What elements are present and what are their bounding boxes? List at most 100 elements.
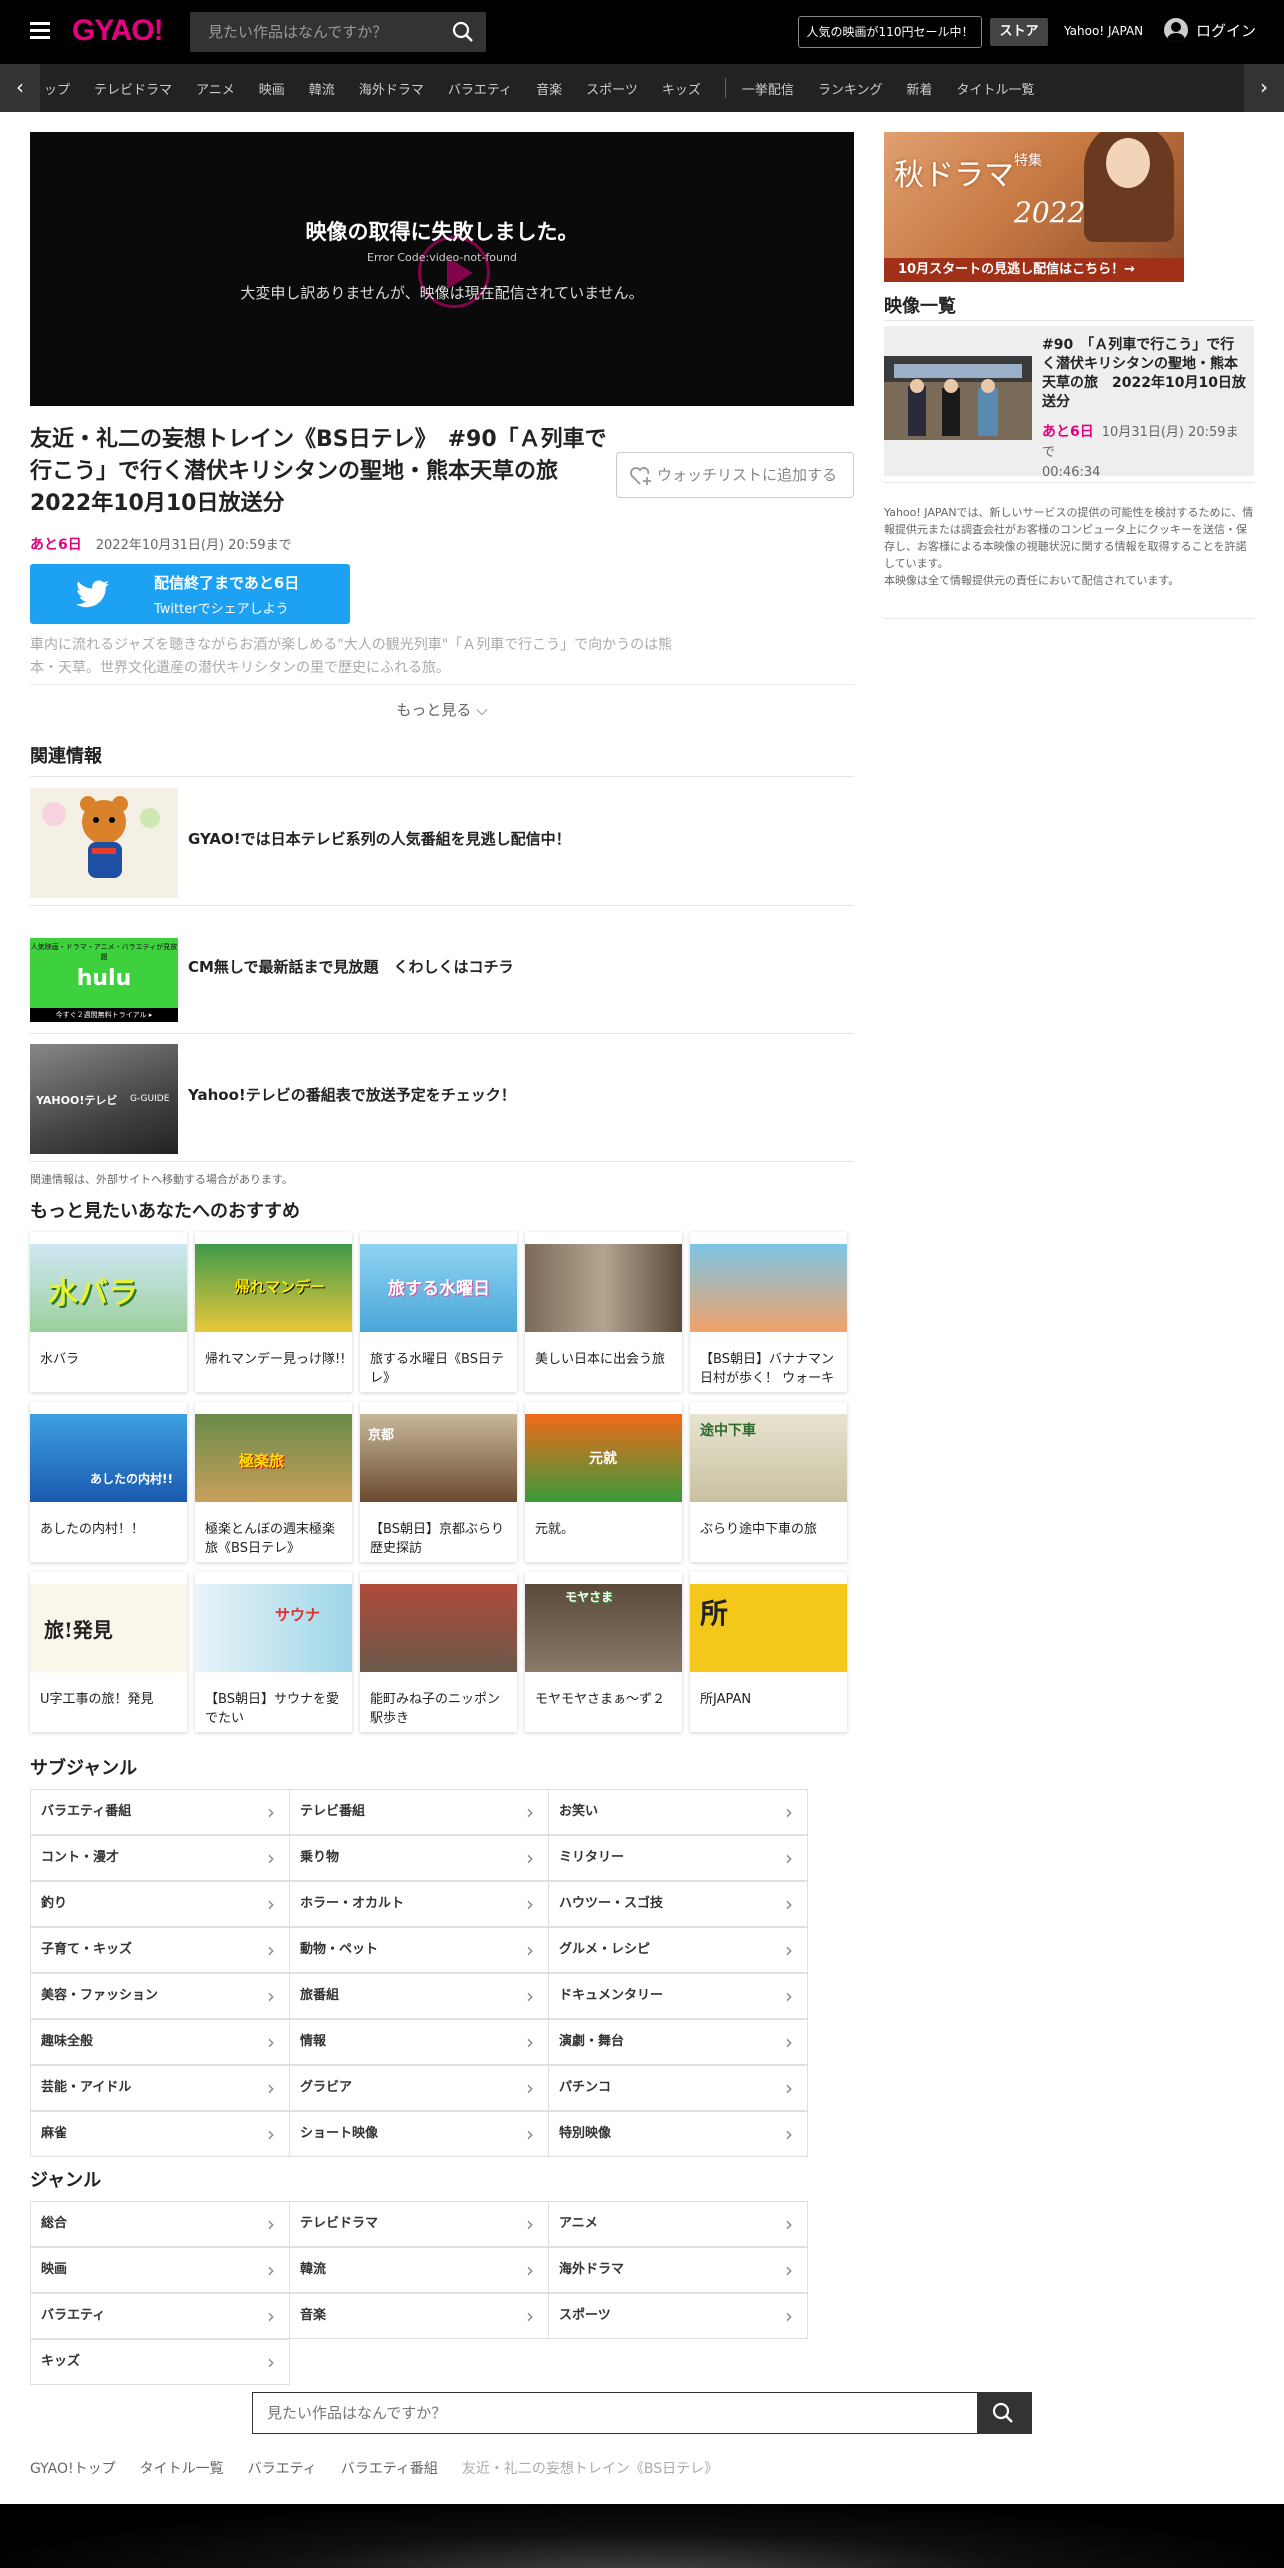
genre-item[interactable]: 海外ドラマ	[548, 2247, 808, 2293]
nav-item-korean[interactable]: 韓流	[309, 79, 335, 98]
subgenre-item[interactable]: 美容・ファッション	[30, 1973, 290, 2019]
recommend-card[interactable]: 所所JAPAN	[690, 1572, 847, 1732]
related-item[interactable]: YAHOO!テレビ G-GUIDE Yahoo!テレビの番組表で放送予定をチェッ…	[30, 1034, 854, 1162]
twitter-share-line2: Twitterでシェアしよう	[154, 602, 289, 617]
recommend-card[interactable]: 帰れマンデー 帰れマンデー見っけ隊!!	[195, 1232, 352, 1392]
genre-item[interactable]: 映画	[30, 2247, 290, 2293]
recommend-card[interactable]: 【BS朝日】バナナマン日村が歩く！ ウォーキ	[690, 1232, 847, 1392]
recommend-card[interactable]: サウナ 【BS朝日】サウナを愛でたい	[195, 1572, 352, 1732]
subgenre-item[interactable]: 乗り物	[289, 1835, 549, 1881]
recommend-card[interactable]: 元就 元就。	[525, 1402, 682, 1562]
genre-item[interactable]: アニメ	[548, 2201, 808, 2247]
related-item[interactable]: GYAO!では日本テレビ系列の人気番組を見逃し配信中！	[30, 778, 854, 906]
nav-item-variety[interactable]: バラエティ	[448, 79, 512, 98]
watchlist-label: ウォッチリストに追加する	[657, 466, 838, 484]
recommend-card[interactable]: 旅!発見 U字工事の旅！発見	[30, 1572, 187, 1732]
recommend-card[interactable]: 京都 【BS朝日】京都ぶらり歴史探訪	[360, 1402, 517, 1562]
related-heading: 関連情報	[30, 746, 102, 767]
nav-item-titles[interactable]: タイトル一覧	[957, 79, 1035, 98]
video-title: #90 「Ａ列車で行こう」で行く潜伏キリシタンの聖地・熊本天草の旅 2022年1…	[1042, 337, 1246, 410]
genre-item[interactable]: 総合	[30, 2201, 290, 2247]
recommend-card[interactable]: 極楽旅 極楽とんぼの週末極楽旅《BS日テレ》	[195, 1402, 352, 1562]
subgenre-item[interactable]: 特別映像	[548, 2111, 808, 2157]
yahoo-tv-logo: YAHOO!テレビ	[36, 1094, 118, 1107]
gyao-logo[interactable]: GYAO!	[72, 14, 164, 48]
breadcrumb-item[interactable]: バラエティ	[248, 2458, 317, 2478]
subgenre-item[interactable]: 趣味全般	[30, 2019, 290, 2065]
nav-item-binge[interactable]: 一挙配信	[742, 79, 794, 98]
recommend-card[interactable]: モヤさま モヤモヤさまぁ～ず２	[525, 1572, 682, 1732]
recommend-card[interactable]: あしたの内村!! あしたの内村！！	[30, 1402, 187, 1562]
recommend-card[interactable]: 能町みね子のニッポン駅歩き	[360, 1572, 517, 1732]
login-button[interactable]: ログイン	[1164, 18, 1256, 42]
subgenre-item[interactable]: テレビ番組	[289, 1789, 549, 1835]
genre-item[interactable]: バラエティ	[30, 2293, 290, 2339]
subgenre-item[interactable]: ショート映像	[289, 2111, 549, 2157]
nav-item-drama[interactable]: テレビドラマ	[94, 79, 172, 98]
nav-item-new[interactable]: 新着	[906, 79, 932, 98]
card-thumbnail: 帰れマンデー	[195, 1244, 352, 1332]
search-input[interactable]	[190, 12, 440, 52]
nav-item-music[interactable]: 音楽	[536, 79, 562, 98]
menu-icon[interactable]	[30, 22, 50, 39]
subgenre-item[interactable]: 旅番組	[289, 1973, 549, 2019]
subgenre-item[interactable]: ハウツー・スゴ技	[548, 1881, 808, 1927]
subgenre-item[interactable]: 芸能・アイドル	[30, 2065, 290, 2111]
breadcrumb-item[interactable]: バラエティ番組	[341, 2458, 438, 2478]
video-player[interactable]: 映像の取得に失敗しました。 Error Code:video-not-found…	[30, 132, 854, 406]
recommend-card[interactable]: 水バラ 水バラ	[30, 1232, 187, 1392]
subgenre-item[interactable]: 釣り	[30, 1881, 290, 1927]
subgenre-item[interactable]: 情報	[289, 2019, 549, 2065]
store-button[interactable]: ストア	[990, 18, 1048, 46]
card-title: 【BS朝日】京都ぶらり歴史探訪	[370, 1522, 504, 1556]
nav-item-anime[interactable]: アニメ	[196, 79, 235, 98]
nav-item-top[interactable]: ップ	[44, 79, 70, 98]
bottom-search-input[interactable]	[253, 2393, 977, 2433]
subgenre-item[interactable]: 麻雀	[30, 2111, 290, 2157]
subgenre-item[interactable]: ドキュメンタリー	[548, 1973, 808, 2019]
subgenre-item[interactable]: グラビア	[289, 2065, 549, 2111]
related-item[interactable]: 人気映画・ドラマ・アニメ・バラエティが見放題 hulu 今すぐ２週間無料トライア…	[30, 906, 854, 1034]
sale-link[interactable]: 人気の映画が110円セール中！	[798, 16, 982, 48]
subgenre-item[interactable]: 演劇・舞台	[548, 2019, 808, 2065]
nav-item-kids[interactable]: キッズ	[662, 79, 701, 98]
nav-item-movie[interactable]: 映画	[259, 79, 285, 98]
nav-prev-arrow[interactable]: ‹	[0, 64, 40, 112]
autumn-drama-banner[interactable]: 秋ドラマ特集 2022 10月スタートの見逃し配信はこちら！→	[884, 132, 1184, 282]
genre-item[interactable]: スポーツ	[548, 2293, 808, 2339]
subgenre-item[interactable]: コント・漫才	[30, 1835, 290, 1881]
related-text: GYAO!では日本テレビ系列の人気番組を見逃し配信中！	[188, 830, 571, 848]
subgenre-item[interactable]: パチンコ	[548, 2065, 808, 2111]
subgenre-item[interactable]: 子育て・キッズ	[30, 1927, 290, 1973]
show-more-button[interactable]: もっと見る ⌵	[30, 684, 854, 734]
breadcrumb-item[interactable]: タイトル一覧	[140, 2458, 224, 2478]
subgenre-item[interactable]: 動物・ペット	[289, 1927, 549, 1973]
genre-item[interactable]: キッズ	[30, 2339, 290, 2385]
video-thumbnail-image	[884, 356, 1032, 440]
nav-item-overseas-drama[interactable]: 海外ドラマ	[359, 79, 424, 98]
twitter-share-button[interactable]: 配信終了まであと6日 Twitterでシェアしよう	[30, 564, 350, 624]
subgenre-item[interactable]: バラエティ番組	[30, 1789, 290, 1835]
subgenre-item[interactable]: ホラー・オカルト	[289, 1881, 549, 1927]
video-list-item[interactable]: #90 「Ａ列車で行こう」で行く潜伏キリシタンの聖地・熊本天草の旅 2022年1…	[884, 326, 1254, 480]
thumb-label: 水バラ	[48, 1276, 138, 1311]
recommend-card[interactable]: 美しい日本に出会う旅	[525, 1232, 682, 1392]
recommend-card[interactable]: 途中下車 ぶらり途中下車の旅	[690, 1402, 847, 1562]
card-thumbnail	[690, 1244, 847, 1332]
subgenre-item[interactable]: ミリタリー	[548, 1835, 808, 1881]
subgenre-item[interactable]: グルメ・レシピ	[548, 1927, 808, 1973]
genre-item[interactable]: 韓流	[289, 2247, 549, 2293]
subgenre-item[interactable]: お笑い	[548, 1789, 808, 1835]
bottom-search-button[interactable]	[977, 2393, 1031, 2433]
nav-item-ranking[interactable]: ランキング	[818, 79, 883, 98]
yahoo-japan-link[interactable]: Yahoo! JAPAN	[1064, 24, 1143, 38]
genre-item[interactable]: テレビドラマ	[289, 2201, 549, 2247]
breadcrumb-item[interactable]: GYAO!トップ	[30, 2458, 116, 2478]
search-icon[interactable]	[452, 21, 474, 43]
banner-face-image	[1106, 138, 1150, 188]
recommend-card[interactable]: 旅する水曜日 旅する水曜日《BS日テレ》	[360, 1232, 517, 1392]
genre-item[interactable]: 音楽	[289, 2293, 549, 2339]
nav-item-sports[interactable]: スポーツ	[586, 79, 638, 98]
nav-next-arrow[interactable]: ›	[1244, 64, 1284, 112]
watchlist-button[interactable]: ウォッチリストに追加する	[616, 452, 854, 498]
